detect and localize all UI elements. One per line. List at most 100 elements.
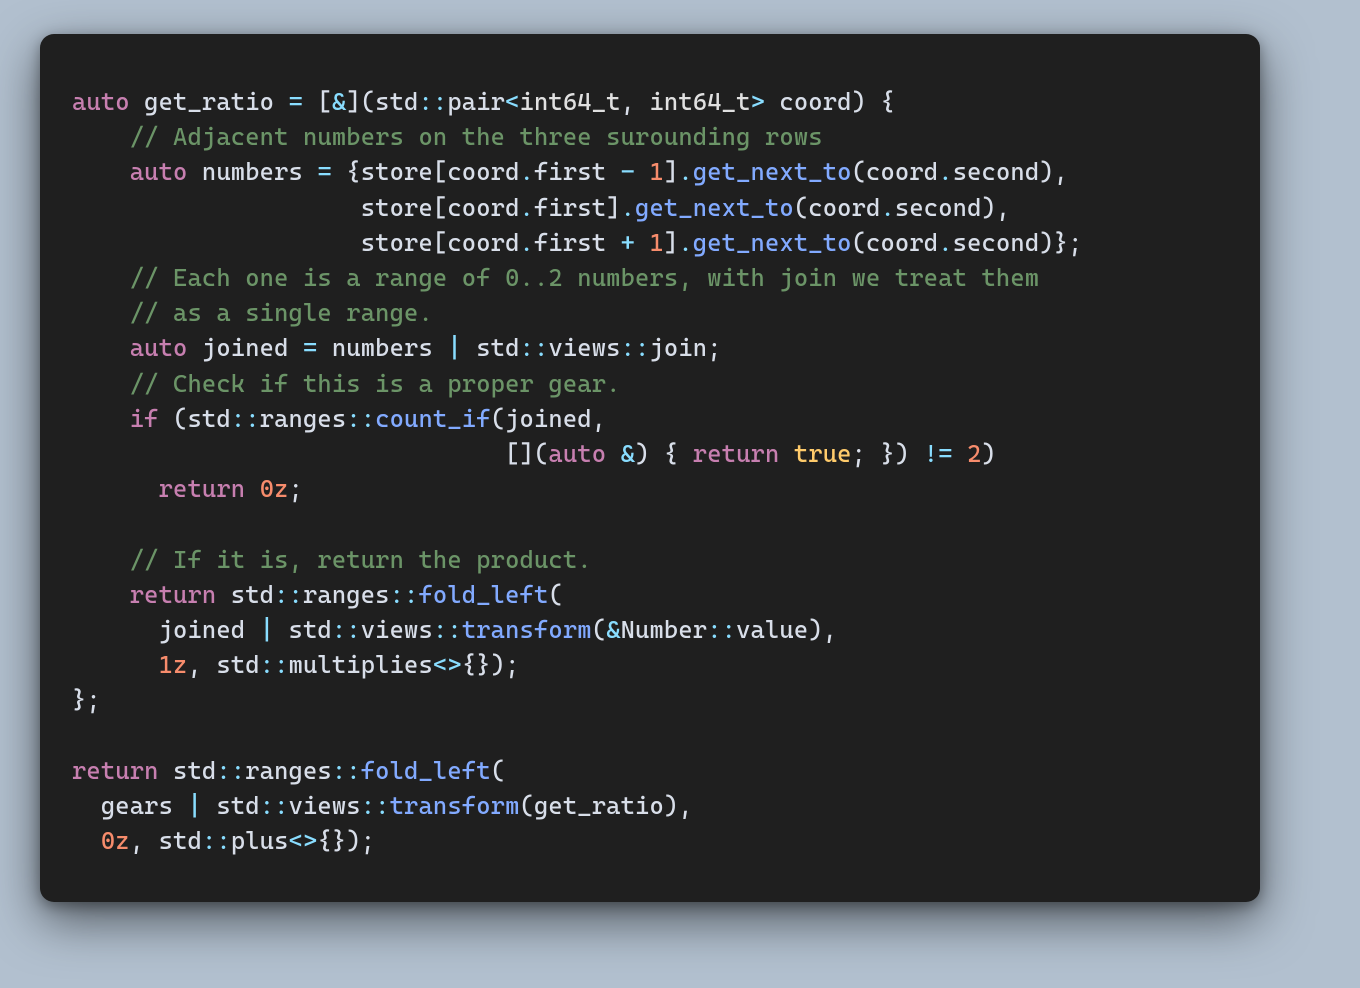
op: &	[621, 439, 635, 468]
txt: store[coord	[72, 193, 520, 222]
txt: (coord	[852, 228, 939, 257]
indent	[72, 298, 130, 327]
comment: // Check if this is a proper gear.	[130, 369, 621, 398]
fn: fold_left	[361, 756, 491, 785]
space	[606, 439, 620, 468]
op: ::	[346, 404, 375, 433]
fn: count_if	[375, 404, 491, 433]
txt: ]	[664, 228, 678, 257]
txt: std	[274, 615, 332, 644]
indent	[72, 580, 130, 609]
ident: get_ratio	[130, 87, 289, 116]
op: |	[188, 791, 202, 820]
indent	[72, 826, 101, 855]
comment: // If it is, return the product.	[130, 545, 592, 574]
indent	[72, 157, 130, 186]
comment: // Adjacent numbers on the three suround…	[130, 122, 823, 151]
ident: joined	[188, 333, 304, 362]
fn: transform	[462, 615, 592, 644]
keyword-return: return	[693, 439, 780, 468]
fn: get_next_to	[635, 193, 794, 222]
txt: std	[216, 580, 274, 609]
keyword-auto: auto	[130, 157, 188, 186]
txt: (coord	[852, 157, 939, 186]
literal-true: true	[794, 439, 852, 468]
txt: first	[534, 157, 621, 186]
op: |	[447, 333, 461, 362]
op: ::	[419, 87, 448, 116]
txt: value),	[736, 615, 837, 644]
op: -	[621, 157, 635, 186]
txt: (	[548, 580, 562, 609]
op: >	[751, 87, 765, 116]
txt: [	[303, 87, 332, 116]
number: 1z	[159, 650, 188, 679]
txt: (joined,	[491, 404, 607, 433]
op: ::	[332, 615, 361, 644]
op: .	[678, 228, 692, 257]
comment: // as a single range.	[130, 298, 433, 327]
op: .	[938, 157, 952, 186]
fn: get_next_to	[693, 157, 852, 186]
txt: (coord	[794, 193, 881, 222]
type: int64_t	[520, 87, 621, 116]
keyword-return: return	[130, 580, 217, 609]
space	[635, 87, 649, 116]
op: <>	[289, 826, 318, 855]
comment: // Each one is a range of 0..2 numbers, …	[130, 263, 1040, 292]
space	[635, 157, 649, 186]
txt: ]	[664, 157, 678, 186]
txt: (std	[159, 404, 231, 433]
txt: ranges	[245, 756, 332, 785]
op: ::	[260, 650, 289, 679]
txt: numbers	[317, 333, 447, 362]
fn: transform	[390, 791, 520, 820]
txt: (	[592, 615, 606, 644]
txt: std	[202, 791, 260, 820]
op: ::	[260, 791, 289, 820]
op: ::	[390, 580, 419, 609]
txt: ranges	[260, 404, 347, 433]
txt: second),	[895, 193, 1011, 222]
ident: numbers	[188, 157, 318, 186]
keyword-return: return	[159, 474, 246, 503]
number: 0z	[101, 826, 130, 855]
code-card: auto get_ratio = [&](std::pair<int64_t, …	[40, 34, 1260, 902]
op: ::	[621, 333, 650, 362]
txt: {});	[462, 650, 520, 679]
op: ::	[707, 615, 736, 644]
indent	[72, 474, 159, 503]
txt: std	[462, 333, 520, 362]
txt: )	[982, 439, 996, 468]
txt: {});	[317, 826, 375, 855]
fn: get_next_to	[693, 228, 852, 257]
indent	[72, 404, 130, 433]
indent	[72, 263, 130, 292]
op: .	[621, 193, 635, 222]
txt: {store[coord	[332, 157, 520, 186]
op: ::	[361, 791, 390, 820]
txt: ) {	[635, 439, 693, 468]
txt: coord) {	[765, 87, 895, 116]
op: ::	[274, 580, 303, 609]
txt: (get_ratio),	[520, 791, 693, 820]
op: ::	[216, 756, 245, 785]
op: .	[520, 193, 534, 222]
txt: pair	[447, 87, 505, 116]
txt: (	[491, 756, 505, 785]
txt: views	[361, 615, 433, 644]
space	[953, 439, 967, 468]
op: =	[317, 157, 331, 186]
txt: , std	[130, 826, 202, 855]
op: .	[880, 193, 894, 222]
op: &	[332, 87, 346, 116]
txt: views	[548, 333, 620, 362]
op: .	[520, 157, 534, 186]
keyword-auto: auto	[72, 87, 130, 116]
space	[635, 228, 649, 257]
txt: second)};	[953, 228, 1083, 257]
txt: std	[159, 756, 217, 785]
txt: second),	[953, 157, 1069, 186]
txt: views	[289, 791, 361, 820]
txt: , std	[188, 650, 260, 679]
